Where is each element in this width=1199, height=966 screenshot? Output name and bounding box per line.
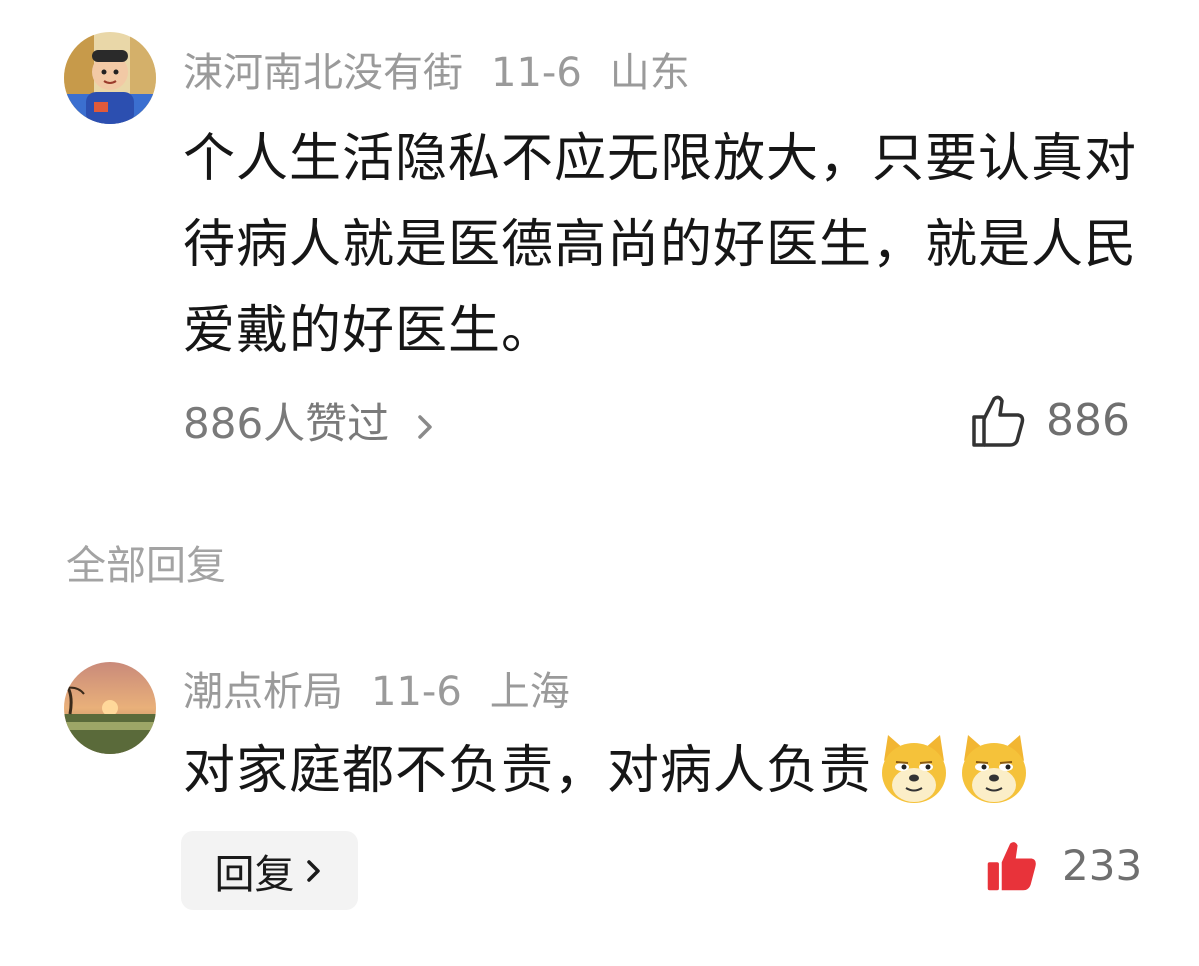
comment-like-count: 886 [1046,395,1130,446]
chevron-right-icon [306,859,320,882]
comment-like-button[interactable]: 886 [968,391,1130,451]
thumbs-up-outline-icon [972,395,1025,447]
replies-section-title: 全部回复 [66,543,226,589]
likes-summary-text: 886人赞过 [183,399,390,448]
reply-like-button[interactable]: 233 [984,838,1142,894]
reply-button[interactable]: 回复 [181,831,358,910]
reply-date: 11-6 [371,669,462,715]
reply-like-count: 233 [1062,841,1143,890]
comment-username[interactable]: 涑河南北没有街 [183,50,463,96]
reply-text-line: 对家庭都不负责，对病人负责 [183,728,1173,814]
reply-location: 上海 [489,669,570,715]
reply-meta: 潮点析局 11-6 上海 [183,672,598,712]
comment-text: 个人生活隐私不应无限放大，只要认真对待病人就是医德高尚的好医生，就是人民爱戴的好… [183,129,1138,361]
child-photo-avatar-icon [64,32,156,124]
reply-text: 对家庭都不负责，对病人负责 [183,741,873,801]
reply-avatar[interactable] [64,662,156,754]
reply-button-label: 回复 [214,851,295,898]
likes-summary-link[interactable]: 886人赞过 [183,403,437,445]
reply-username[interactable]: 潮点析局 [183,669,343,715]
comment-meta: 涑河南北没有街 11-6 山东 [183,53,718,93]
thumbs-up-filled-icon [987,842,1036,891]
chevron-right-icon [417,414,432,439]
doge-emoji-icon [962,735,1027,803]
avatar[interactable] [64,32,156,124]
comment-date: 11-6 [491,50,582,96]
comment-location: 山东 [609,50,690,96]
sunset-landscape-avatar-icon [64,662,156,754]
doge-emoji-icon [882,735,947,803]
